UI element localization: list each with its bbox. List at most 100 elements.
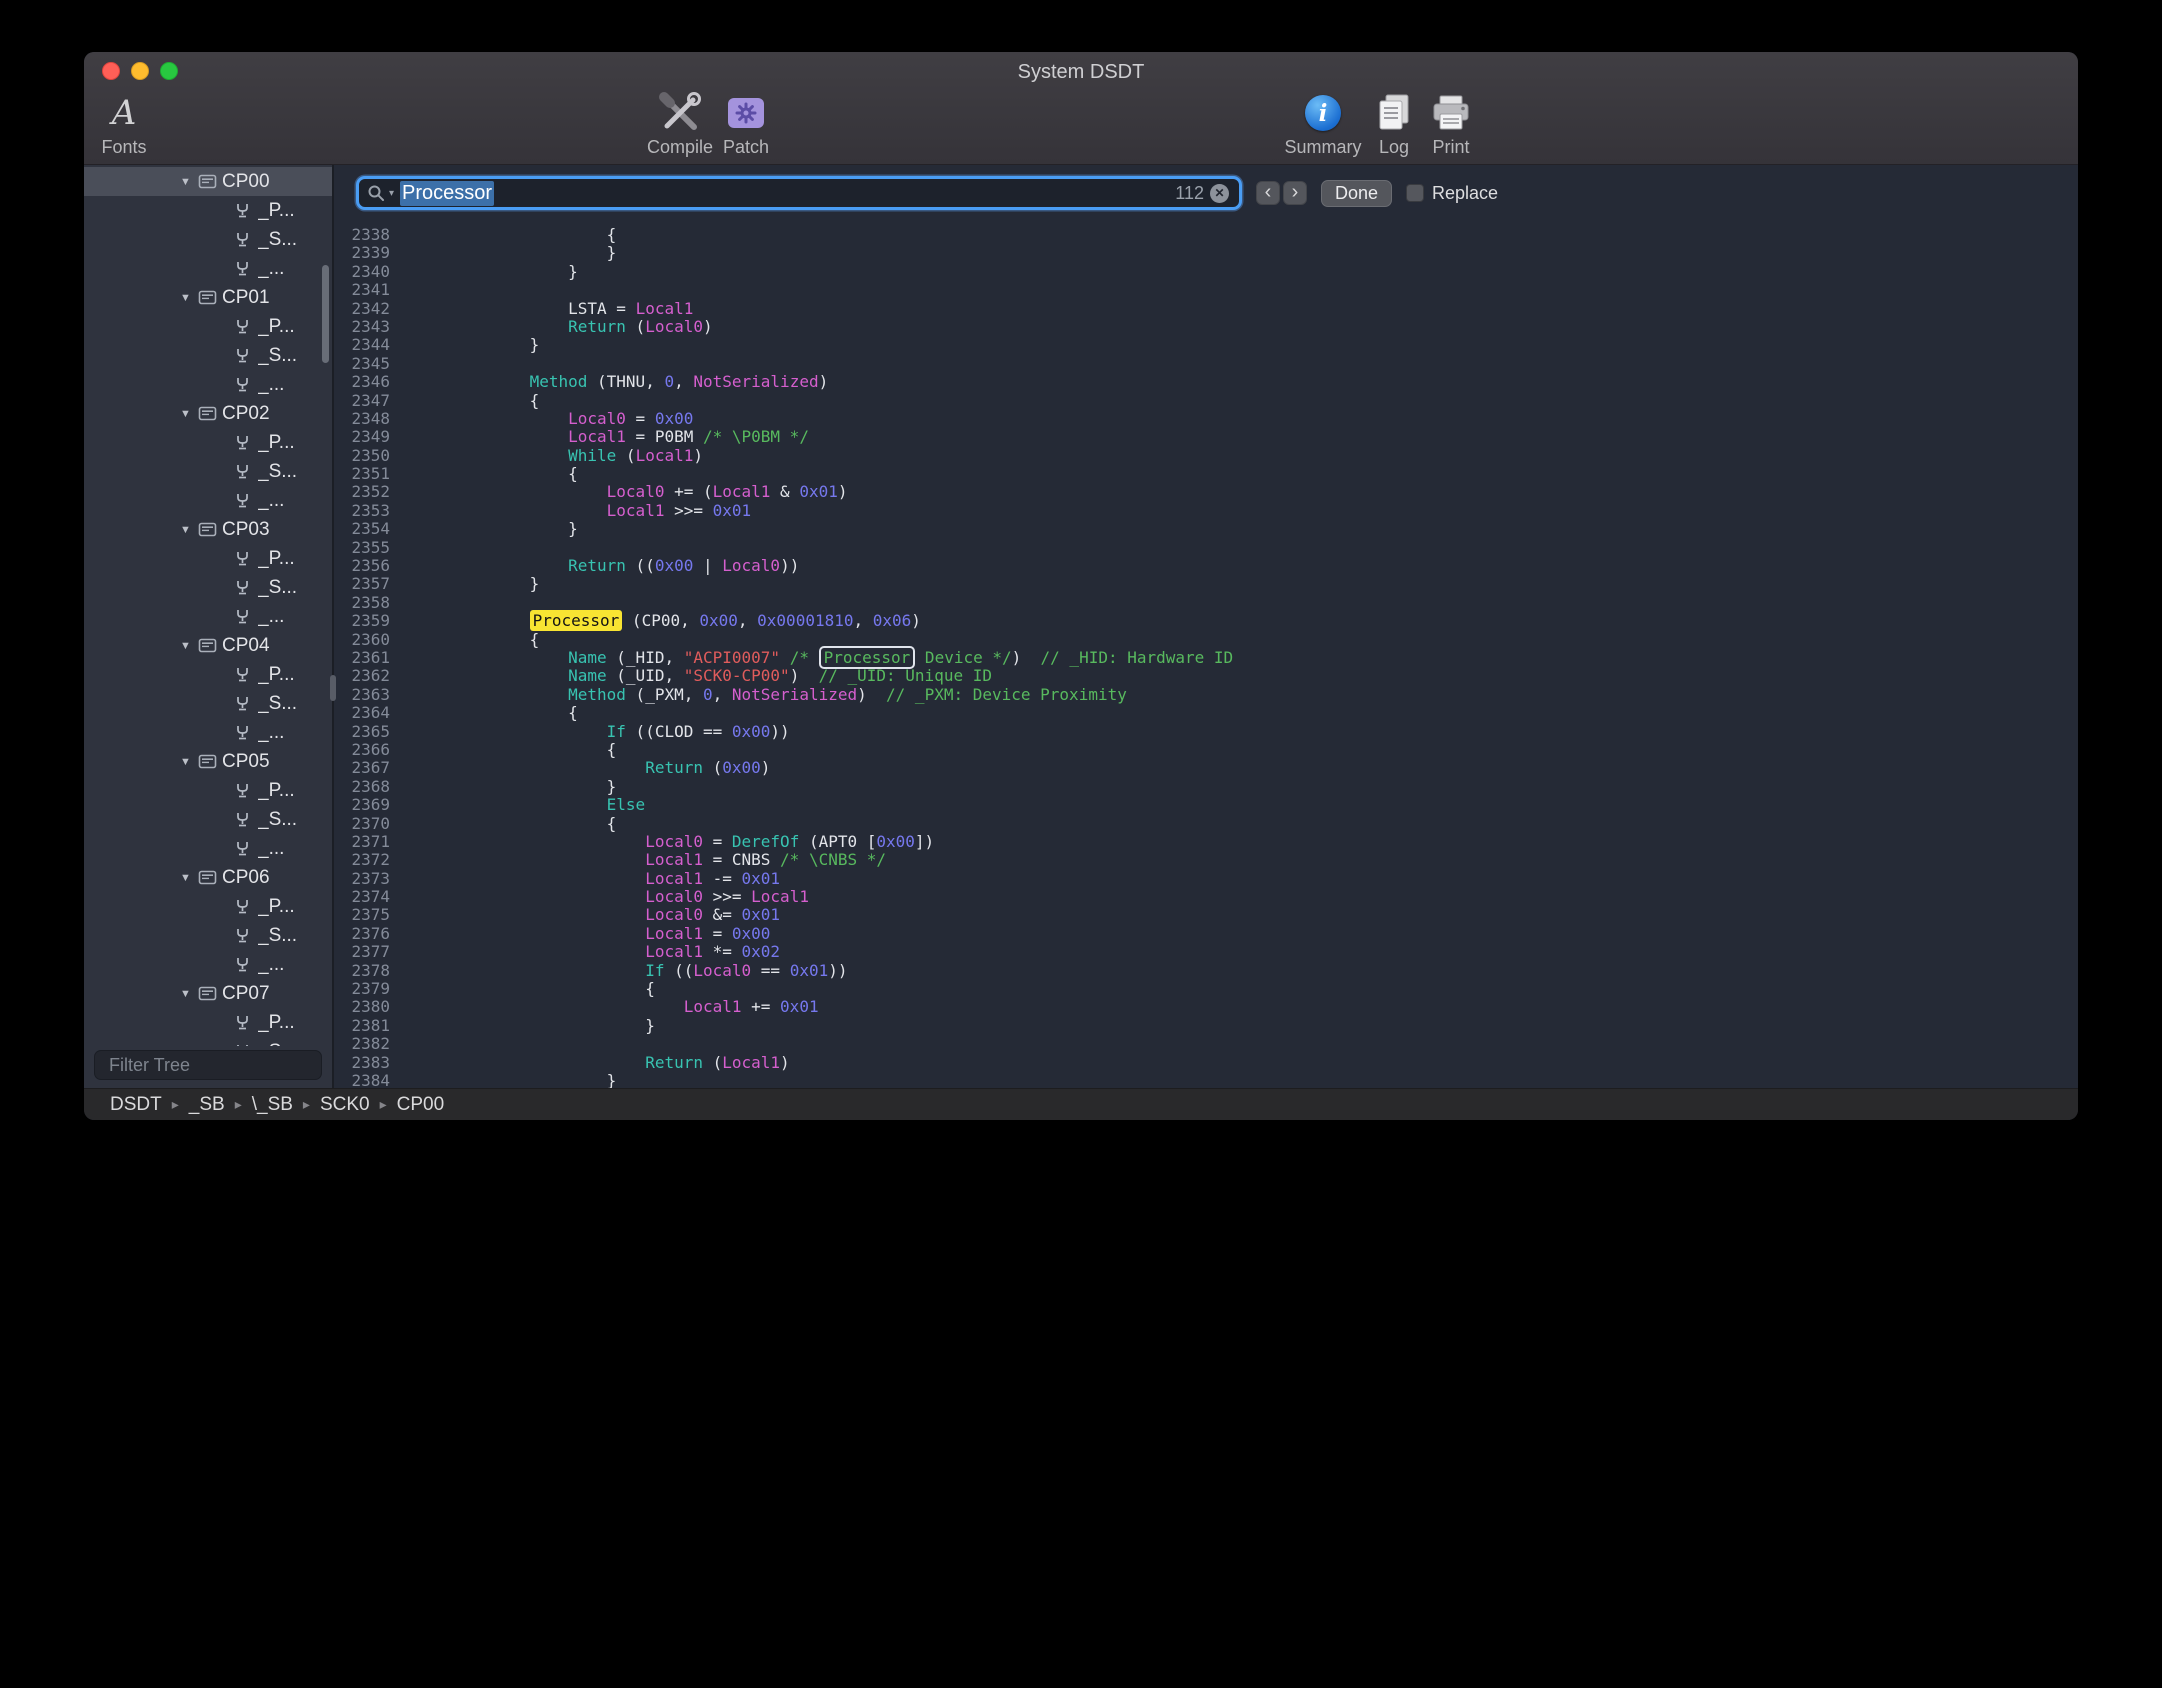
code-line[interactable]: Processor (CP00, 0x00, 0x00001810, 0x06) xyxy=(414,612,2078,630)
tree-item-child[interactable]: _... xyxy=(84,254,332,283)
close-button[interactable] xyxy=(102,62,120,80)
code-line[interactable]: Local1 -= 0x01 xyxy=(414,870,2078,888)
code-line[interactable] xyxy=(414,539,2078,557)
code-line[interactable]: Local1 = CNBS /* \CNBS */ xyxy=(414,851,2078,869)
sidebar-scrollbar[interactable] xyxy=(322,265,329,363)
patch-button[interactable]: Patch xyxy=(714,90,778,158)
code-line[interactable]: { xyxy=(414,980,2078,998)
code-editor[interactable]: 2338233923402341234223432344234523462347… xyxy=(334,221,2078,1088)
tree-item-child[interactable]: _... xyxy=(84,718,332,747)
code-line[interactable]: Local0 >>= Local1 xyxy=(414,888,2078,906)
code-line[interactable]: Method (_PXM, 0, NotSerialized) // _PXM:… xyxy=(414,686,2078,704)
tree-item-child[interactable]: _S... xyxy=(84,341,332,370)
code-area[interactable]: { } } LSTA = Local1 Return (Local0) } Me… xyxy=(400,226,2078,1088)
pane-divider[interactable] xyxy=(332,165,334,1088)
code-line[interactable]: Local1 += 0x01 xyxy=(414,998,2078,1016)
disclosure-triangle-icon[interactable]: ▼ xyxy=(180,640,198,652)
tree-item-child[interactable]: _P... xyxy=(84,312,332,341)
code-line[interactable]: Name (_HID, "ACPI0007" /* Processor Devi… xyxy=(414,649,2078,667)
code-line[interactable]: } xyxy=(414,244,2078,262)
tree-item-child[interactable]: _... xyxy=(84,486,332,515)
tree-item-child[interactable]: _... xyxy=(84,602,332,631)
log-button[interactable]: Log xyxy=(1368,90,1420,158)
replace-checkbox[interactable] xyxy=(1406,184,1424,202)
print-button[interactable]: Print xyxy=(1418,90,1484,158)
code-line[interactable]: Local0 &= 0x01 xyxy=(414,906,2078,924)
tree-item-child[interactable]: _P... xyxy=(84,660,332,689)
tree-item-child[interactable]: _S... xyxy=(84,805,332,834)
chevron-down-icon[interactable]: ▾ xyxy=(389,188,394,199)
disclosure-triangle-icon[interactable]: ▼ xyxy=(180,408,198,420)
fonts-button[interactable]: A Fonts xyxy=(92,90,156,158)
summary-button[interactable]: i Summary xyxy=(1280,90,1366,158)
code-line[interactable] xyxy=(414,355,2078,373)
code-line[interactable]: } xyxy=(414,263,2078,281)
code-line[interactable]: Local1 >>= 0x01 xyxy=(414,502,2078,520)
code-line[interactable]: If ((CLOD == 0x00)) xyxy=(414,723,2078,741)
tree-item-cp03[interactable]: ▼CP03 xyxy=(84,515,332,544)
code-line[interactable]: If ((Local0 == 0x01)) xyxy=(414,962,2078,980)
filter-tree-input[interactable] xyxy=(109,1055,341,1076)
code-line[interactable]: Local1 *= 0x02 xyxy=(414,943,2078,961)
code-line[interactable]: } xyxy=(414,1072,2078,1088)
code-line[interactable]: Method (THNU, 0, NotSerialized) xyxy=(414,373,2078,391)
code-line[interactable] xyxy=(414,594,2078,612)
disclosure-triangle-icon[interactable]: ▼ xyxy=(180,292,198,304)
tree-item-cp01[interactable]: ▼CP01 xyxy=(84,283,332,312)
zoom-button[interactable] xyxy=(160,62,178,80)
tree-item-child[interactable]: _S... xyxy=(84,457,332,486)
tree-item-child[interactable]: _S... xyxy=(84,225,332,254)
tree-item-child[interactable]: _... xyxy=(84,834,332,863)
code-line[interactable]: } xyxy=(414,1017,2078,1035)
disclosure-triangle-icon[interactable]: ▼ xyxy=(180,988,198,1000)
sidebar-tree[interactable]: ▼CP00_P..._S..._...▼CP01_P..._S..._...▼C… xyxy=(84,165,332,1046)
code-line[interactable] xyxy=(414,281,2078,299)
tree-item-child[interactable]: _... xyxy=(84,950,332,979)
code-line[interactable]: { xyxy=(414,815,2078,833)
code-line[interactable]: Local0 = DerefOf (APT0 [0x00]) xyxy=(414,833,2078,851)
code-line[interactable]: Return (Local0) xyxy=(414,318,2078,336)
tree-item-child[interactable]: _P... xyxy=(84,776,332,805)
disclosure-triangle-icon[interactable]: ▼ xyxy=(180,176,198,188)
tree-item-child[interactable]: _P... xyxy=(84,544,332,573)
disclosure-triangle-icon[interactable]: ▼ xyxy=(180,756,198,768)
find-query-text[interactable]: Processor xyxy=(400,181,494,206)
tree-item-child[interactable]: _P... xyxy=(84,892,332,921)
tree-item-child[interactable]: _P... xyxy=(84,1008,332,1037)
breadcrumb-item[interactable]: SCK0 xyxy=(320,1094,370,1116)
code-line[interactable]: Local0 += (Local1 & 0x01) xyxy=(414,483,2078,501)
tree-item-child[interactable]: _S... xyxy=(84,1037,332,1046)
tree-item-cp05[interactable]: ▼CP05 xyxy=(84,747,332,776)
tree-item-cp00[interactable]: ▼CP00 xyxy=(84,167,332,196)
code-line[interactable]: } xyxy=(414,520,2078,538)
tree-item-cp02[interactable]: ▼CP02 xyxy=(84,399,332,428)
code-line[interactable]: { xyxy=(414,392,2078,410)
code-line[interactable]: { xyxy=(414,741,2078,759)
disclosure-triangle-icon[interactable]: ▼ xyxy=(180,524,198,536)
code-line[interactable]: { xyxy=(414,704,2078,722)
code-line[interactable]: Return ((0x00 | Local0)) xyxy=(414,557,2078,575)
clear-search-icon[interactable]: ✕ xyxy=(1210,184,1229,203)
find-next-button[interactable]: › xyxy=(1283,181,1307,205)
tree-item-cp07[interactable]: ▼CP07 xyxy=(84,979,332,1008)
code-line[interactable]: Local1 = 0x00 xyxy=(414,925,2078,943)
tree-item-child[interactable]: _... xyxy=(84,370,332,399)
tree-item-child[interactable]: _S... xyxy=(84,573,332,602)
code-line[interactable]: } xyxy=(414,575,2078,593)
code-line[interactable]: Local0 = 0x00 xyxy=(414,410,2078,428)
compile-button[interactable]: Compile xyxy=(638,90,722,158)
breadcrumb-item[interactable]: \_SB xyxy=(252,1094,293,1116)
code-line[interactable]: { xyxy=(414,465,2078,483)
breadcrumb-item[interactable]: CP00 xyxy=(397,1094,445,1116)
code-line[interactable] xyxy=(414,1035,2078,1053)
code-line[interactable]: Return (0x00) xyxy=(414,759,2078,777)
code-line[interactable]: { xyxy=(414,226,2078,244)
code-line[interactable]: { xyxy=(414,631,2078,649)
code-line[interactable]: Return (Local1) xyxy=(414,1054,2078,1072)
breadcrumb-item[interactable]: DSDT xyxy=(110,1094,162,1116)
titlebar[interactable]: System DSDT xyxy=(84,52,2078,90)
code-line[interactable]: Local1 = P0BM /* \P0BM */ xyxy=(414,428,2078,446)
code-line[interactable]: } xyxy=(414,336,2078,354)
disclosure-triangle-icon[interactable]: ▼ xyxy=(180,872,198,884)
splitter-handle-icon[interactable] xyxy=(330,675,336,701)
